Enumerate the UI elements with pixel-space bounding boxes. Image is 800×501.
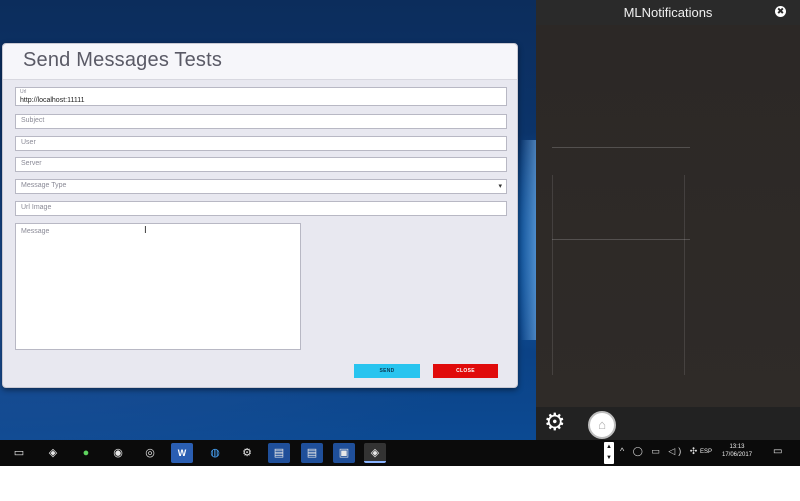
close-icon[interactable]: ✖ — [775, 6, 786, 17]
app-icon[interactable]: ● — [75, 443, 97, 463]
app-icon[interactable]: ◎ — [139, 443, 161, 463]
browser-icon[interactable]: ◍ — [204, 443, 226, 463]
subject-field[interactable]: Subject — [15, 114, 507, 129]
server-placeholder: Server — [21, 160, 42, 167]
app-icon[interactable]: ◈ — [42, 443, 64, 463]
gear-icon[interactable]: ⚙ — [544, 411, 566, 435]
settings-icon[interactable]: ⚙ — [236, 443, 258, 463]
url-label: Url — [20, 89, 27, 95]
app-icon[interactable]: ◉ — [107, 443, 129, 463]
app-icon[interactable]: ▤ — [301, 443, 323, 463]
message-textarea[interactable]: Message — [15, 223, 301, 350]
user-field[interactable]: User — [15, 136, 507, 151]
text-cursor-icon: I — [144, 225, 147, 236]
action-center-icon[interactable]: ▭ — [773, 446, 782, 457]
close-button[interactable]: CLOSE — [433, 364, 498, 378]
tray-icons[interactable]: ^ ◯ ▭ ◁) ✣ — [620, 446, 700, 457]
send-button[interactable]: SEND — [354, 364, 420, 378]
clock-date: 17/06/2017 — [722, 452, 753, 458]
divider — [552, 175, 553, 375]
user-placeholder: User — [21, 139, 36, 146]
app-icon[interactable]: ▣ — [333, 443, 355, 463]
send-messages-dialog: Send Messages Tests Url http://localhost… — [2, 43, 518, 388]
message-placeholder: Message — [21, 228, 50, 235]
language-indicator[interactable]: ESP — [700, 449, 712, 455]
notifications-footer: ⚙ ⌂ — [536, 407, 800, 440]
clock-time: 13:13 — [729, 444, 745, 450]
clock[interactable]: 13:13 17/06/2017 — [722, 444, 752, 458]
inbox-icon[interactable]: ⌂ — [588, 411, 616, 439]
word-icon[interactable]: W — [171, 443, 193, 463]
taskbar: ▭ ◈ ● ◉ ◎ W ◍ ⚙ ▤ ▤ ▣ ◈ ▲ ▼ ^ ◯ ▭ ◁) ✣ ES… — [0, 440, 800, 466]
divider — [552, 239, 690, 240]
url-image-field[interactable]: Url Image — [15, 201, 507, 216]
subject-placeholder: Subject — [21, 117, 45, 124]
server-field[interactable]: Server — [15, 157, 507, 172]
caret-down-icon: ▾ — [498, 183, 502, 190]
tray-scroll-icon[interactable]: ▲ ▼ — [604, 442, 614, 464]
dialog-title: Send Messages Tests — [23, 49, 223, 71]
divider — [684, 175, 685, 375]
notifications-title: MLNotifications — [623, 5, 713, 20]
url-value: http://localhost:11111 — [20, 97, 85, 104]
url-field[interactable]: Url http://localhost:11111 — [15, 87, 507, 106]
app-icon[interactable]: ▤ — [268, 443, 290, 463]
notifications-header: MLNotifications ✖ — [536, 0, 800, 25]
notifications-panel: MLNotifications ✖ ⚙ ⌂ — [536, 0, 800, 440]
bottom-strip — [0, 466, 800, 501]
app-icon[interactable]: ◈ — [364, 443, 386, 463]
dialog-header: Send Messages Tests — [3, 44, 517, 80]
notifications-list — [536, 25, 800, 407]
message-type-select[interactable]: Message Type ▾ — [15, 179, 507, 194]
task-view-icon[interactable]: ▭ — [8, 443, 30, 463]
divider — [552, 147, 690, 148]
message-type-placeholder: Message Type — [21, 182, 67, 189]
url-image-placeholder: Url Image — [21, 204, 52, 211]
